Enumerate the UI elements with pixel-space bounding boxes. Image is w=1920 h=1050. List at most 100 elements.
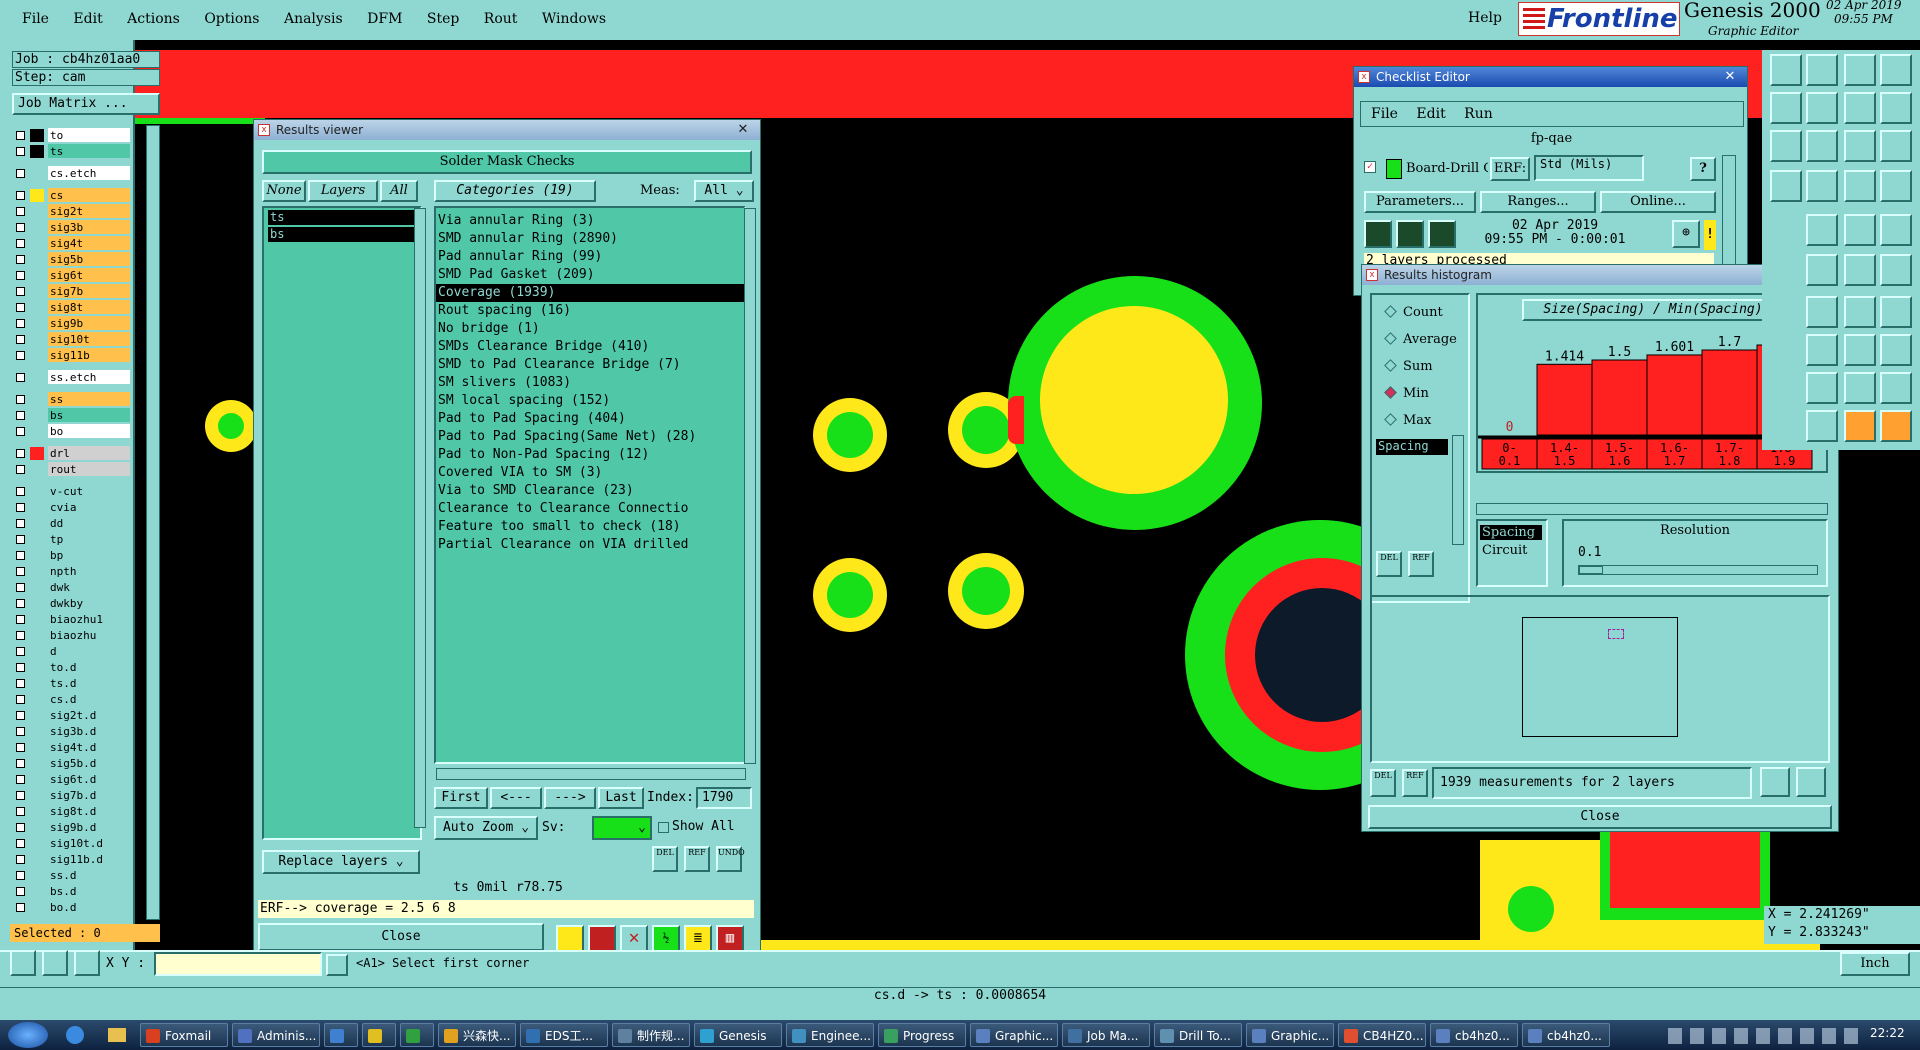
layer-checkbox[interactable]	[16, 743, 25, 752]
category-item[interactable]: Via annular Ring (3)	[436, 212, 744, 230]
stat-radio-count[interactable]: Count	[1384, 305, 1443, 320]
ie-icon[interactable]	[66, 1026, 84, 1044]
measure-icon[interactable]	[42, 950, 68, 976]
export-icon[interactable]	[1760, 767, 1790, 797]
layer-checkbox[interactable]	[16, 191, 25, 200]
slider-thumb[interactable]	[1579, 566, 1603, 574]
layers-button[interactable]: Layers	[308, 180, 378, 202]
tool-button-icon[interactable]	[1806, 170, 1838, 202]
menu-file[interactable]: File	[22, 11, 49, 27]
layer-checkbox[interactable]	[16, 255, 25, 264]
none-button[interactable]: None	[262, 180, 306, 202]
all-button[interactable]: All	[380, 180, 418, 202]
tool-button-icon[interactable]	[1806, 372, 1838, 404]
tool-button-icon[interactable]	[1880, 296, 1912, 328]
category-item[interactable]: Pad annular Ring (99)	[436, 248, 744, 266]
layer-results-list[interactable]: ts bs	[262, 206, 422, 840]
close-icon[interactable]: ✕	[1719, 69, 1741, 85]
layer-row-31[interactable]: to.d	[12, 660, 130, 675]
category-item[interactable]: Partial Clearance on VIA drilled	[436, 536, 744, 554]
categories-hscrollbar[interactable]	[436, 768, 746, 780]
delete-icon[interactable]: DEL	[1370, 769, 1396, 797]
layer-row-20[interactable]: v-cut	[12, 484, 130, 499]
layer-checkbox[interactable]	[16, 519, 25, 528]
ref-icon[interactable]: REF	[1402, 769, 1428, 797]
layer-row-25[interactable]: npth	[12, 564, 130, 579]
layer-checkbox[interactable]	[16, 169, 25, 178]
category-item[interactable]: Rout spacing (16)	[436, 302, 744, 320]
tool-button-icon[interactable]	[1844, 170, 1876, 202]
folder-icon[interactable]	[108, 1028, 126, 1042]
taskbar-item[interactable]: Adminis...	[232, 1023, 320, 1047]
ref-icon[interactable]: REF	[684, 846, 710, 872]
tool-button-icon[interactable]	[1844, 130, 1876, 162]
layer-checkbox[interactable]	[16, 287, 25, 296]
layer-checkbox[interactable]	[16, 207, 25, 216]
categories-list[interactable]: Via annular Ring (3) SMD annular Ring (28…	[434, 206, 746, 764]
layer-checkbox[interactable]	[16, 727, 25, 736]
tool-button-icon[interactable]	[1844, 410, 1876, 442]
grid-icon[interactable]	[74, 950, 100, 976]
layer-row-18[interactable]: drl	[12, 446, 130, 461]
taskbar-item[interactable]: 制作规...	[612, 1023, 690, 1047]
tool-button-icon[interactable]	[1844, 92, 1876, 124]
layer-checkbox[interactable]	[16, 647, 25, 656]
checklist-menu-run[interactable]: Run	[1464, 106, 1493, 122]
taskbar-item[interactable]: cb4hz0...	[1522, 1023, 1610, 1047]
menu-options[interactable]: Options	[204, 11, 259, 27]
tool-button-icon[interactable]	[1880, 92, 1912, 124]
layer-row-41[interactable]: sig9b.d	[12, 820, 130, 835]
mark-tool-icon[interactable]	[588, 925, 616, 953]
layer-row-21[interactable]: cvia	[12, 500, 130, 515]
layer-row-38[interactable]: sig6t.d	[12, 772, 130, 787]
tool-button-icon[interactable]	[1770, 130, 1802, 162]
tool-button-icon[interactable]	[1806, 334, 1838, 366]
auto-zoom-button[interactable]: Auto Zoom ⌄	[434, 816, 538, 840]
delete-icon[interactable]: DEL	[1376, 551, 1402, 577]
prev-button[interactable]: <---	[490, 787, 542, 809]
tool-button-icon[interactable]	[1880, 410, 1912, 442]
taskbar-item[interactable]: Progress	[878, 1023, 966, 1047]
layer-row-28[interactable]: biaozhu1	[12, 612, 130, 627]
category-item[interactable]: SM slivers (1083)	[436, 374, 744, 392]
spacing-option[interactable]: Spacing	[1480, 525, 1542, 540]
tool-button-icon[interactable]	[1770, 92, 1802, 124]
layer-row-11[interactable]: sig9b	[12, 316, 130, 331]
layer-checkbox[interactable]	[16, 395, 25, 404]
category-item[interactable]: Pad to Pad Spacing (404)	[436, 410, 744, 428]
layer-checkbox[interactable]	[16, 147, 25, 156]
layer-row-0[interactable]: to	[12, 128, 130, 143]
tool-button-icon[interactable]	[1844, 254, 1876, 286]
tool-button-icon[interactable]	[1844, 214, 1876, 246]
layer-row-36[interactable]: sig4t.d	[12, 740, 130, 755]
menu-edit[interactable]: Edit	[73, 11, 102, 27]
layer-checkbox[interactable]	[16, 319, 25, 328]
stat-list-scrollbar[interactable]	[1452, 435, 1464, 545]
taskbar-item[interactable]	[362, 1023, 396, 1047]
layer-row-45[interactable]: bs.d	[12, 884, 130, 899]
tool-button-icon[interactable]	[1806, 410, 1838, 442]
layer-row-9[interactable]: sig7b	[12, 284, 130, 299]
tool-button-icon[interactable]	[1880, 214, 1912, 246]
taskbar-item[interactable]: 兴森快...	[438, 1023, 516, 1047]
layer-checkbox[interactable]	[16, 567, 25, 576]
layer-row-10[interactable]: sig8t	[12, 300, 130, 315]
replace-layers-button[interactable]: Replace layers ⌄	[262, 850, 420, 874]
histogram-tool-icon[interactable]: ▥	[716, 925, 744, 953]
layer-checkbox[interactable]	[16, 663, 25, 672]
layer-row-35[interactable]: sig3b.d	[12, 724, 130, 739]
xy-input[interactable]	[154, 952, 322, 976]
histogram-bar[interactable]	[1646, 354, 1703, 436]
layer-row-7[interactable]: sig5b	[12, 252, 130, 267]
action-checkbox[interactable]: ✓	[1364, 161, 1376, 173]
layer-checkbox[interactable]	[16, 449, 25, 458]
taskbar-item[interactable]	[400, 1023, 434, 1047]
layer-row-46[interactable]: bo.d	[12, 900, 130, 915]
tool-button-icon[interactable]	[1770, 54, 1802, 86]
layer-row-14[interactable]: ss.etch	[12, 370, 130, 385]
results-viewer-titlebar[interactable]: x Results viewer ✕	[254, 120, 760, 140]
layer-checkbox[interactable]	[16, 131, 25, 140]
last-button[interactable]: Last	[598, 787, 644, 809]
category-item[interactable]: Coverage (1939)	[436, 284, 744, 302]
tool-button-icon[interactable]	[1880, 254, 1912, 286]
